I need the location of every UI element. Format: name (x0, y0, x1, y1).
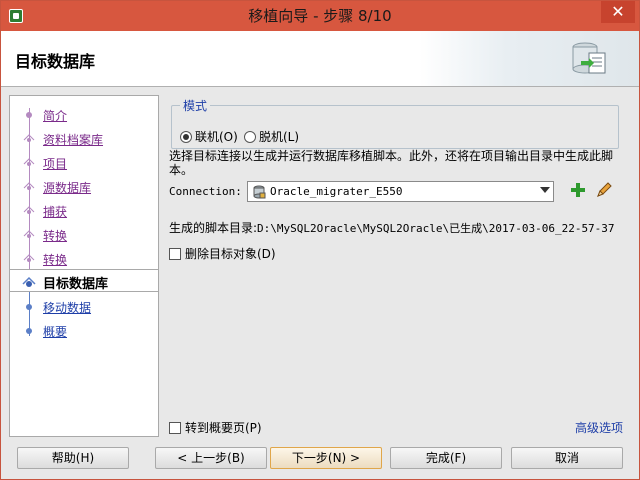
nav-step-label: 转换 (43, 253, 68, 267)
step-upcoming-icon (26, 328, 32, 334)
mode-legend: 模式 (180, 97, 211, 114)
step-done-icon (26, 112, 32, 118)
connection-label: Connection: (169, 185, 242, 198)
nav-step-label: 资料档案库 (43, 133, 104, 147)
offline-radio-label: 脱机(L) (259, 130, 300, 144)
nav-step-label: 目标数据库 (43, 277, 109, 292)
connection-value: Oracle_migrater_E550 (270, 185, 403, 198)
goto-overview-label: 转到概要页(P) (185, 421, 262, 435)
advanced-options-link[interactable]: 高级选项 (575, 419, 623, 436)
goto-overview-checkbox[interactable]: 转到概要页(P) (169, 419, 262, 436)
nav-step-label: 移动数据 (43, 301, 92, 315)
nav-step-summary[interactable]: 概要 (10, 319, 158, 342)
nav-step-convert-2[interactable]: 转换 (10, 247, 158, 270)
finish-button[interactable]: 完成(F) (390, 447, 502, 469)
edit-connection-icon[interactable] (595, 181, 613, 199)
wizard-steps-nav: 简介 资料档案库 项目 源数据库 捕获 转换 转换 目标数据库 移动数据 概要 (9, 95, 159, 437)
online-radio-label: 联机(O) (195, 130, 238, 144)
close-button[interactable]: ✕ (601, 1, 635, 23)
nav-step-source-db[interactable]: 源数据库 (10, 175, 158, 198)
connection-select[interactable]: Oracle_migrater_E550 (247, 181, 554, 202)
nav-step-label: 简介 (43, 109, 68, 123)
delete-target-checkbox[interactable]: 删除目标对象(D) (169, 245, 276, 262)
step-done-icon (23, 230, 35, 238)
radio-unselected-icon (244, 130, 256, 143)
main-panel: 模式 联机(O) 脱机(L) 选择目标连接以生成并运行数据库移植脚本。此外，还将… (165, 95, 631, 437)
radio-selected-icon (180, 130, 192, 143)
help-button[interactable]: 帮助(H) (17, 447, 129, 469)
step-done-icon (23, 182, 35, 190)
step-current-icon (22, 276, 36, 287)
step-done-icon (23, 254, 35, 262)
next-button[interactable]: 下一步(N) > (270, 447, 382, 469)
checkbox-unchecked-icon (169, 421, 181, 434)
nav-step-repository[interactable]: 资料档案库 (10, 127, 158, 150)
checkbox-unchecked-icon (169, 247, 181, 260)
nav-step-label: 项目 (43, 157, 68, 171)
step-upcoming-icon (26, 304, 32, 310)
step-done-icon (23, 206, 35, 214)
back-button[interactable]: < 上一步(B) (155, 447, 267, 469)
script-dir-label: 生成的脚本目录: (169, 221, 258, 235)
nav-step-intro[interactable]: 简介 (10, 103, 158, 126)
nav-step-label: 概要 (43, 325, 68, 339)
wizard-window: 移植向导 - 步骤 8/10 ✕ 目标数据库 简介 资料档案库 项目 源数据库 … (0, 0, 640, 480)
step-done-icon (23, 158, 35, 166)
cancel-button[interactable]: 取消 (511, 447, 623, 469)
header-binary-pattern (439, 37, 579, 81)
step-done-icon (23, 134, 35, 142)
chevron-down-icon[interactable] (540, 187, 550, 193)
database-icon (572, 42, 606, 74)
add-connection-icon[interactable] (571, 183, 585, 197)
nav-step-target-db[interactable]: 目标数据库 (10, 269, 158, 292)
nav-step-move-data[interactable]: 移动数据 (10, 295, 158, 318)
nav-step-convert-1[interactable]: 转换 (10, 223, 158, 246)
page-header: 目标数据库 (1, 31, 639, 87)
online-radio[interactable]: 联机(O) (180, 128, 238, 145)
description-text: 选择目标连接以生成并运行数据库移植脚本。此外，还将在项目输出目录中生成此脚本。 (169, 149, 614, 177)
nav-step-label: 捕获 (43, 205, 68, 219)
nav-step-capture[interactable]: 捕获 (10, 199, 158, 222)
mode-group: 模式 联机(O) 脱机(L) (171, 97, 619, 149)
title-bar[interactable]: 移植向导 - 步骤 8/10 ✕ (1, 1, 639, 31)
nav-step-project[interactable]: 项目 (10, 151, 158, 174)
offline-radio[interactable]: 脱机(L) (244, 128, 299, 145)
nav-step-label: 源数据库 (43, 181, 92, 195)
window-title: 移植向导 - 步骤 8/10 (248, 7, 392, 25)
script-directory: 生成的脚本目录:D:\MySQL2Oracle\MySQL2Oracle\已生成… (169, 219, 615, 236)
page-title: 目标数据库 (15, 52, 96, 71)
nav-step-label: 转换 (43, 229, 68, 243)
connection-db-icon (253, 185, 266, 199)
delete-target-label: 删除目标对象(D) (185, 247, 276, 261)
script-dir-path: D:\MySQL2Oracle\MySQL2Oracle\已生成\2017-03… (257, 222, 615, 235)
